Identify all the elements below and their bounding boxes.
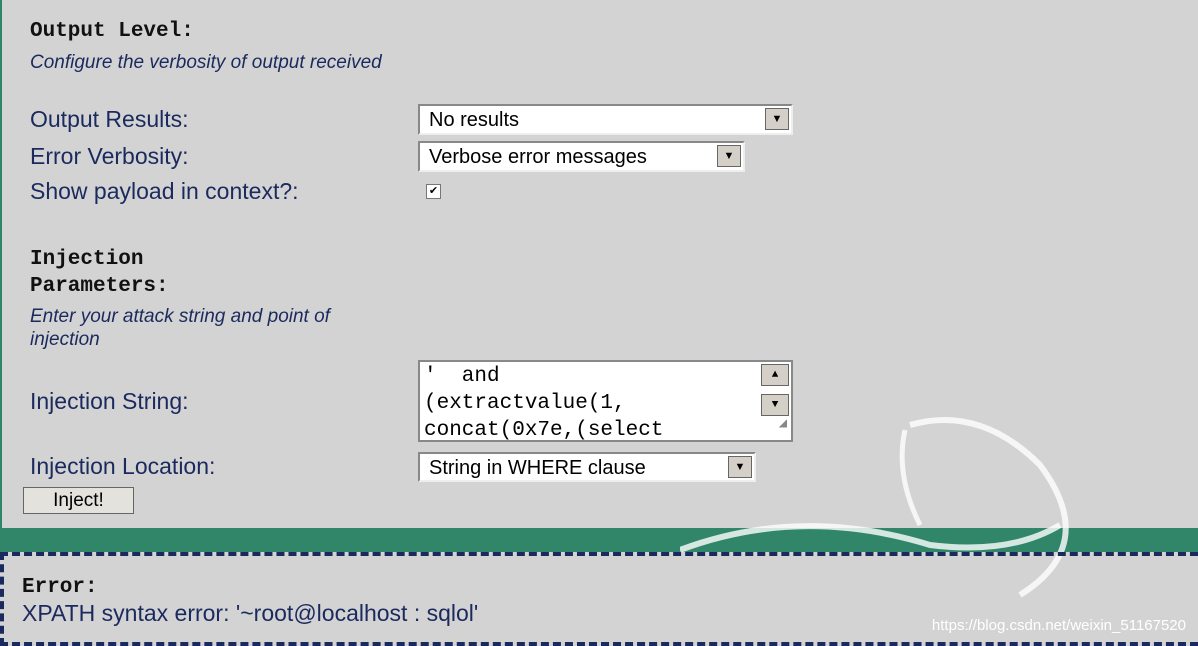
show-payload-checkbox[interactable]: ✔ [426,184,441,199]
show-payload-label: Show payload in context?: [30,178,299,204]
scroll-up-button[interactable]: ▲ [761,364,789,386]
chevron-down-icon: ▼ [717,145,741,167]
injection-parameters-heading: Injection Parameters: [30,248,169,298]
output-results-label: Output Results: [30,106,189,132]
injection-string-label: Injection String: [30,388,189,414]
error-verbosity-label: Error Verbosity: [30,143,189,169]
textarea-value: ' and (extractvalue(1, concat(0x7e,(sele… [424,365,664,442]
error-message: XPATH syntax error: '~root@localhost : s… [22,600,479,626]
output-level-description: Configure the verbosity of output receiv… [30,52,382,73]
chevron-down-icon: ▼ [765,108,789,130]
output-level-heading: Output Level: [30,20,194,43]
injection-location-label: Injection Location: [30,453,216,479]
error-verbosity-select[interactable]: Verbose error messages ▼ [418,141,745,172]
watermark-text: https://blog.csdn.net/weixin_51167520 [931,617,1186,634]
inject-button[interactable]: Inject! [23,487,134,514]
injection-parameters-description: Enter your attack string and point of in… [30,306,330,350]
selected-value: String in WHERE clause [429,457,646,479]
selected-value: No results [429,109,520,131]
error-heading: Error: [22,576,98,599]
output-results-select[interactable]: No results ▼ [418,104,793,135]
selected-value: Verbose error messages [429,146,647,168]
